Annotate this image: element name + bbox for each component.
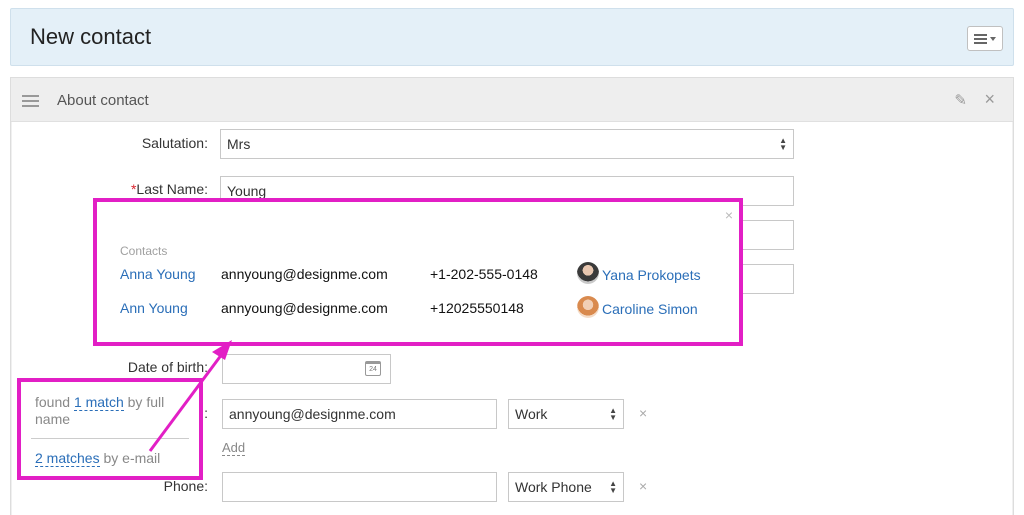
avatar (577, 262, 599, 284)
page-title: New contact (30, 24, 152, 49)
email-type-value: Work (515, 406, 548, 422)
last-name-label: *Last Name: (28, 181, 208, 197)
contact-phone: +12025550148 (430, 300, 524, 316)
page-header: New contact (10, 8, 1014, 66)
updown-icon: ▲ ▼ (609, 406, 617, 422)
section-header: About contact ✎ × (11, 78, 1013, 122)
remove-phone-icon[interactable]: × (639, 478, 647, 494)
email-input[interactable]: annyoung@designme.com (222, 399, 497, 429)
salutation-select[interactable]: Mrs ▲ ▼ (220, 129, 794, 159)
salutation-value: Mrs (227, 136, 251, 152)
match-summary-box: found 1 match by full name 2 matches by … (17, 378, 203, 480)
edit-icon[interactable]: ✎ (954, 91, 967, 109)
contact-name-link[interactable]: Ann Young (120, 300, 188, 316)
contact-email: annyoung@designme.com (221, 266, 388, 282)
updown-icon: ▲ ▼ (779, 136, 787, 152)
menu-icon (974, 32, 987, 46)
menu-button[interactable] (967, 26, 1003, 51)
phone-label: Phone: (163, 478, 208, 494)
close-icon[interactable]: × (984, 89, 995, 110)
contact-phone: +1-202-555-0148 (430, 266, 538, 282)
contact-email: annyoung@designme.com (221, 300, 388, 316)
drag-handle-icon[interactable] (22, 95, 39, 110)
email-matches-link[interactable]: 2 matches (35, 450, 100, 467)
divider (31, 438, 189, 439)
phone-input[interactable] (222, 472, 497, 502)
phone-type-value: Work Phone (515, 479, 592, 495)
list-item: Anna Young annyoung@designme.com +1-202-… (120, 262, 720, 286)
salutation-label: Salutation: (141, 135, 208, 151)
popup-heading: Contacts (120, 244, 168, 258)
contact-name-link[interactable]: Anna Young (120, 266, 196, 282)
chevron-down-icon (990, 36, 996, 41)
avatar (577, 296, 599, 318)
phone-type-select[interactable]: Work Phone ▲ ▼ (508, 472, 624, 502)
remove-email-icon[interactable]: × (639, 405, 647, 421)
by-email-text: by e-mail (103, 450, 161, 466)
section-title: About contact (57, 92, 149, 109)
dob-label: Date of birth: (127, 359, 208, 375)
calendar-icon[interactable]: 24 (365, 361, 381, 376)
close-icon[interactable]: × (725, 207, 733, 223)
updown-icon: ▲ ▼ (609, 479, 617, 495)
dob-input[interactable]: 24 (222, 354, 391, 384)
last-name-label-text: Last Name: (136, 181, 208, 197)
list-item: Ann Young annyoung@designme.com +1202555… (120, 296, 720, 320)
add-email-link[interactable]: Add (222, 440, 246, 456)
owner-link[interactable]: Yana Prokopets (602, 267, 701, 283)
full-name-match-link[interactable]: 1 match (73, 394, 124, 411)
email-match-text: 2 matches by e-mail (35, 450, 161, 467)
owner-link[interactable]: Caroline Simon (602, 301, 698, 317)
duplicates-popup: × Contacts Anna Young annyoung@designme.… (93, 198, 743, 346)
full-name-match-text: found 1 match by full name (35, 394, 195, 428)
email-type-select[interactable]: Work ▲ ▼ (508, 399, 624, 429)
found-text: found (35, 394, 71, 410)
